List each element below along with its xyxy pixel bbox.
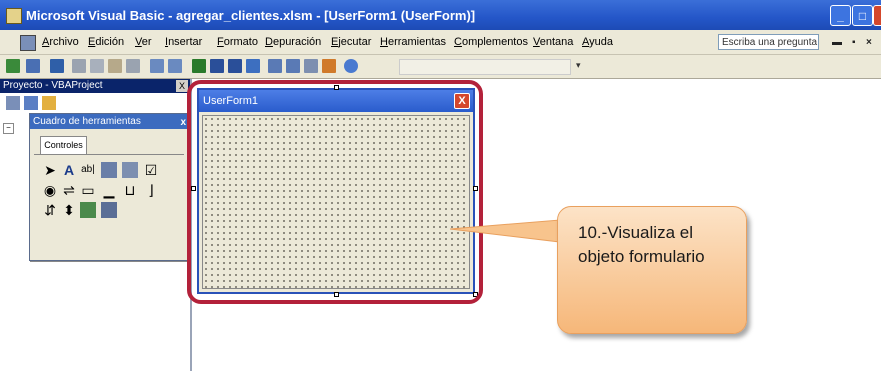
listbox-control-icon[interactable] [122, 162, 138, 178]
textbox-control-icon[interactable]: ab| [80, 162, 96, 178]
option-button-control-icon[interactable]: ◉ [42, 182, 58, 198]
callout-text: 10.-Visualiza el objeto formulario [578, 223, 705, 266]
paste-icon[interactable] [108, 59, 122, 73]
object-browser-icon[interactable] [304, 59, 318, 73]
project-explorer-icon[interactable] [268, 59, 282, 73]
menu-ayuda[interactable]: Ayuda [582, 36, 613, 48]
tree-expand-icon[interactable]: − [3, 123, 14, 134]
project-pane-toolbar [2, 95, 62, 113]
spinbutton-control-icon[interactable]: ⬍ [61, 202, 77, 218]
highlight-outline [187, 80, 483, 304]
cursor-position-field [399, 59, 571, 75]
checkbox-control-icon[interactable]: ☑ [143, 162, 159, 178]
toggle-button-control-icon[interactable]: ⇌ [61, 182, 77, 198]
refedit-control-icon[interactable] [101, 202, 117, 218]
menu-formato[interactable]: Formato [217, 36, 258, 48]
annotation-callout: 10.-Visualiza el objeto formulario [557, 206, 747, 334]
multipage-control-icon[interactable]: ⌋ [143, 182, 159, 198]
find-icon[interactable] [126, 59, 140, 73]
view-code-icon[interactable] [6, 96, 20, 110]
combobox-control-icon[interactable] [101, 162, 117, 178]
image-control-icon[interactable] [80, 202, 96, 218]
cut-icon[interactable] [72, 59, 86, 73]
mdi-minimize-button[interactable]: ▬ [832, 37, 842, 48]
excel-view-icon[interactable] [6, 59, 20, 73]
help-icon[interactable] [344, 59, 358, 73]
menu-ventana[interactable]: Ventana [533, 36, 573, 48]
view-object-icon[interactable] [24, 96, 38, 110]
undo-icon[interactable] [150, 59, 164, 73]
properties-window-icon[interactable] [286, 59, 300, 73]
menu-ejecutar[interactable]: Ejecutar [331, 36, 371, 48]
toggle-folders-icon[interactable] [42, 96, 56, 110]
save-icon[interactable] [50, 59, 64, 73]
tab-controles[interactable]: Controles [40, 136, 87, 155]
menu-ver[interactable]: Ver [135, 36, 152, 48]
callout-pointer [450, 219, 561, 243]
standard-toolbar: ▾ [0, 55, 881, 79]
menu-edicion[interactable]: Edición [88, 36, 124, 48]
menu-archivo[interactable]: Archivo [42, 36, 79, 48]
project-pane-title-text: Proyecto - VBAProject [3, 80, 103, 91]
toolbox-icon[interactable] [322, 59, 336, 73]
tab-divider [34, 154, 184, 155]
window-title: Microsoft Visual Basic - agregar_cliente… [26, 8, 476, 23]
run-icon[interactable] [192, 59, 206, 73]
select-object-icon[interactable]: ➤ [42, 162, 58, 178]
label-control-icon[interactable]: A [61, 162, 77, 178]
minimize-button[interactable]: _ [830, 5, 851, 26]
toolbox-titlebar: Cuadro de herramientas x [30, 114, 188, 129]
project-pane-close-button[interactable]: X [176, 80, 188, 92]
menu-herramientas[interactable]: Herramientas [380, 36, 446, 48]
mdi-close-button[interactable]: × [866, 37, 872, 48]
menu-insertar[interactable]: Insertar [165, 36, 202, 48]
stop-icon[interactable] [228, 59, 242, 73]
insert-userform-icon[interactable] [26, 59, 40, 73]
pause-icon[interactable] [210, 59, 224, 73]
window-titlebar: Microsoft Visual Basic - agregar_cliente… [0, 0, 881, 30]
frame-control-icon[interactable]: ▭ [80, 182, 96, 198]
menu-complementos[interactable]: Complementos [454, 36, 528, 48]
project-pane-title: Proyecto - VBAProject X [0, 79, 190, 93]
scrollbar-control-icon[interactable]: ⇵ [42, 202, 58, 218]
menu-bar: Archivo Edición Ver Insertar Formato Dep… [0, 30, 881, 55]
maximize-button[interactable]: □ [852, 5, 873, 26]
vba-app-icon [6, 8, 22, 24]
copy-icon[interactable] [90, 59, 104, 73]
toolbox-window: Cuadro de herramientas x Controles ➤ A a… [29, 113, 189, 261]
ask-question-input[interactable]: Escriba una pregunta [718, 34, 819, 50]
menu-system-icon[interactable] [20, 35, 36, 51]
mdi-restore-button[interactable]: ▪ [852, 37, 856, 48]
menu-depuracion[interactable]: Depuración [265, 36, 321, 48]
design-mode-icon[interactable] [246, 59, 260, 73]
tabstrip-control-icon[interactable]: ⊔ [122, 182, 138, 198]
toolbox-close-button[interactable]: x [180, 115, 186, 130]
toolbox-title: Cuadro de herramientas [33, 116, 141, 127]
close-button[interactable] [873, 5, 881, 26]
command-button-control-icon[interactable]: ▁ [101, 182, 117, 198]
toolbar-options-icon[interactable]: ▾ [576, 60, 581, 71]
redo-icon[interactable] [168, 59, 182, 73]
